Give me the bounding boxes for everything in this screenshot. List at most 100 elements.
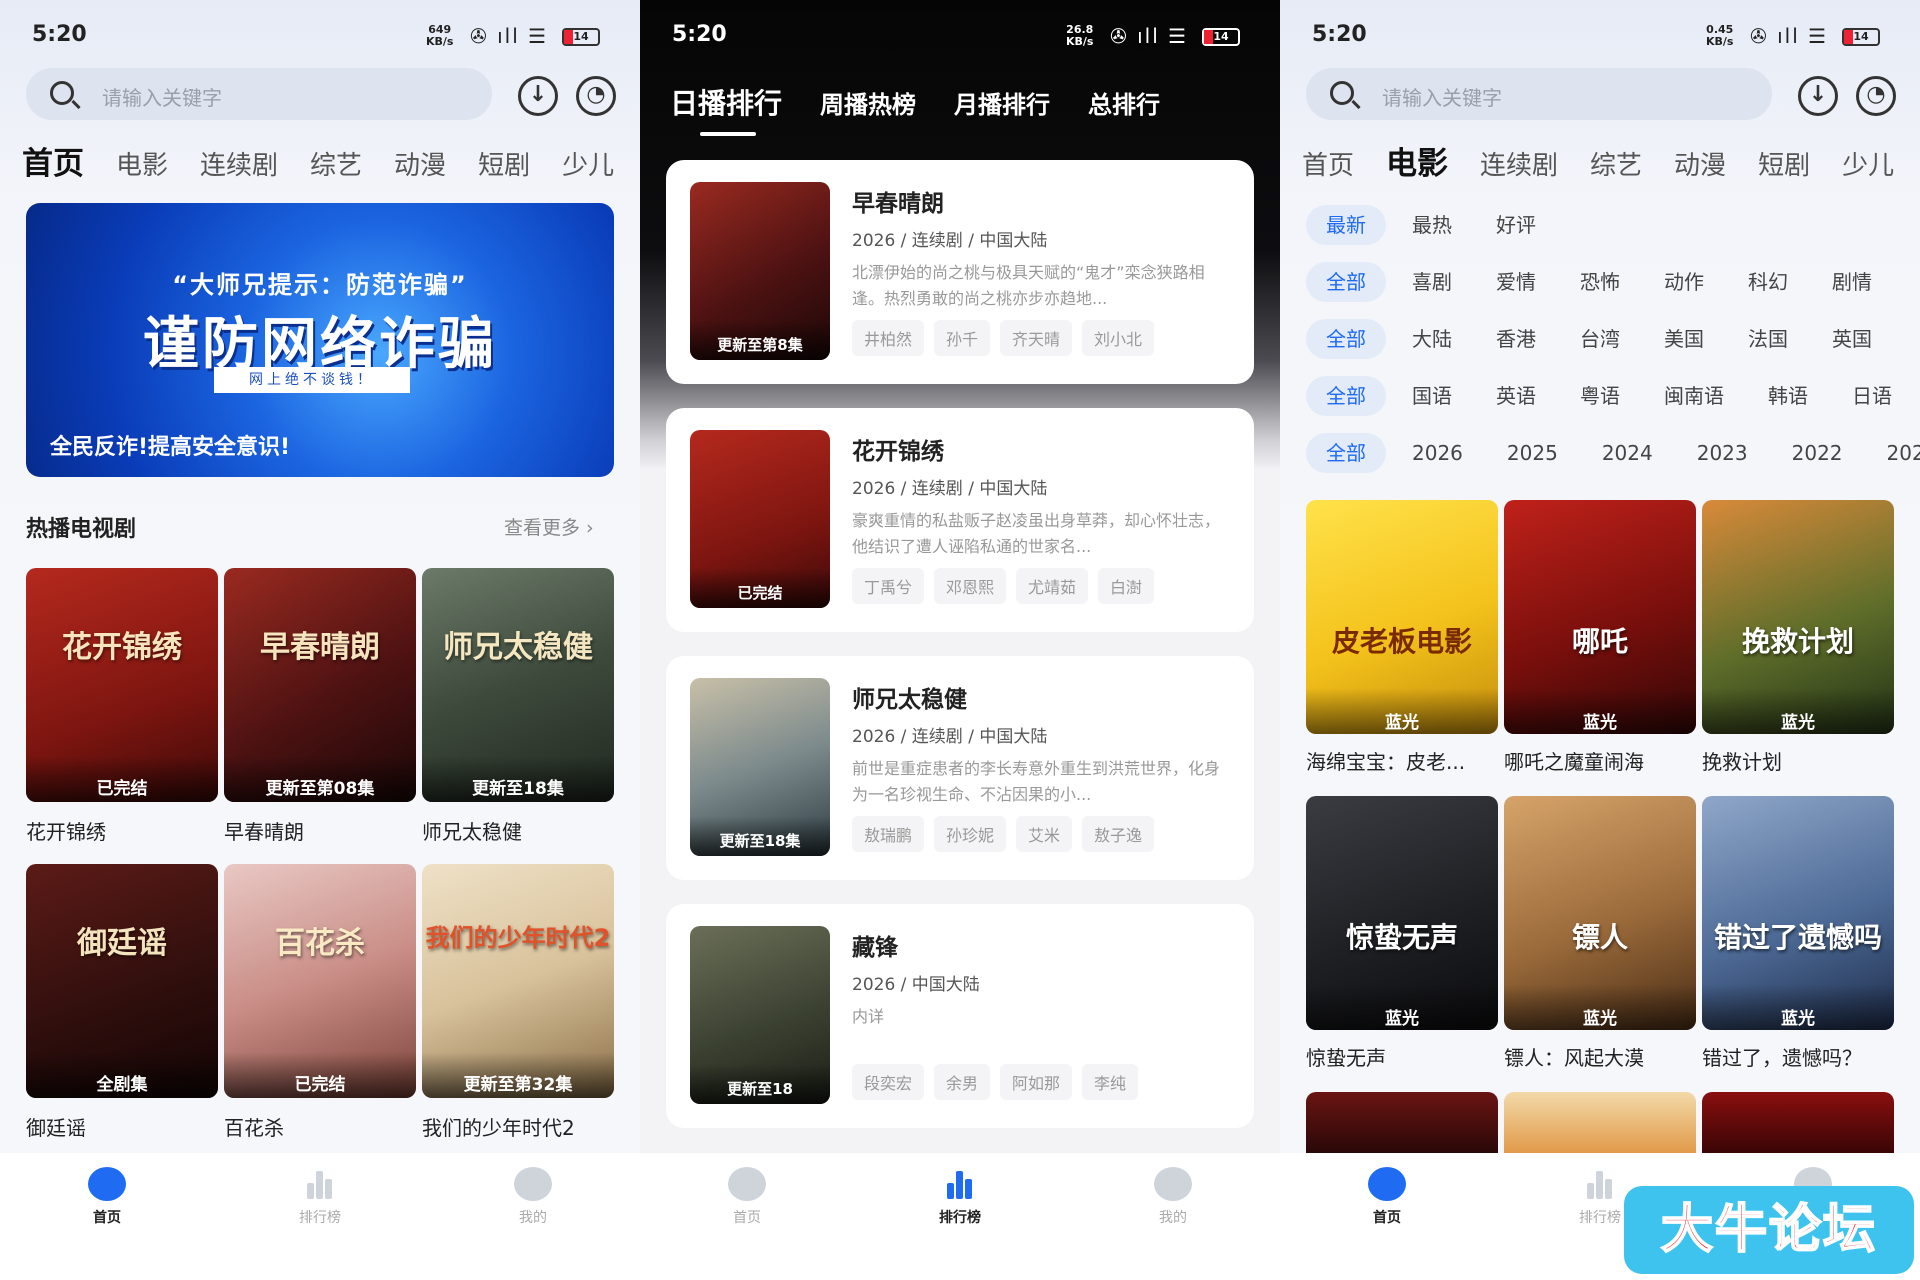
movie-name[interactable]: 海绵宝宝：皮老... (1306, 746, 1465, 775)
filter-chip[interactable]: 最热 (1412, 205, 1452, 245)
tab-short[interactable]: 短剧 (1758, 145, 1810, 182)
show-poster[interactable]: 师兄太稳健 更新至18集 (422, 568, 614, 802)
tab-kids[interactable]: 少儿 (562, 145, 614, 182)
cast-tag[interactable]: 刘小北 (1082, 320, 1155, 356)
movie-poster[interactable]: 惊蛰无声 蓝光 (1306, 796, 1498, 1030)
filter-chip[interactable]: 全部 (1306, 262, 1386, 302)
cast-tag[interactable]: 尤靖茹 (1016, 568, 1089, 604)
filter-chip[interactable]: 好评 (1496, 205, 1536, 245)
nav-home[interactable]: 首页 (692, 1167, 802, 1227)
cast-tag[interactable]: 阿如那 (1000, 1064, 1073, 1100)
movie-poster[interactable]: 错过了遗憾吗 蓝光 (1702, 796, 1894, 1030)
cast-tag[interactable]: 邓恩熙 (934, 568, 1007, 604)
nav-home[interactable]: 首页 (52, 1167, 162, 1227)
movie-poster[interactable]: 挽救计划 蓝光 (1702, 500, 1894, 734)
tab-daily[interactable]: 日播排行 (670, 82, 782, 122)
filter-chip[interactable]: 2025 (1507, 433, 1558, 473)
filter-chip[interactable]: 美国 (1664, 319, 1704, 359)
cast-tag[interactable]: 敖子逸 (1082, 816, 1155, 852)
cast-tag[interactable]: 井柏然 (852, 320, 925, 356)
movie-name[interactable]: 错过了，遗憾吗？ (1702, 1042, 1862, 1071)
rank-card[interactable]: 已完结 花开锦绣 2026 / 连续剧 / 中国大陆 豪爽重情的私盐贩子赵凌虽出… (666, 408, 1254, 632)
filter-chip[interactable]: 全部 (1306, 319, 1386, 359)
movie-poster-partial[interactable] (1504, 1092, 1696, 1153)
tab-movie[interactable]: 电影 (116, 145, 168, 182)
cast-tag[interactable]: 李纯 (1082, 1064, 1139, 1100)
see-more-link[interactable]: 查看更多 › (504, 513, 594, 540)
nav-home[interactable]: 首页 (1332, 1167, 1442, 1227)
movie-name[interactable]: 镖人：风起大漠 (1504, 1042, 1644, 1071)
filter-chip[interactable]: 台湾 (1580, 319, 1620, 359)
show-name[interactable]: 早春晴朗 (224, 816, 304, 845)
filter-chip[interactable]: 2024 (1602, 433, 1653, 473)
show-poster[interactable]: 百花杀 已完结 (224, 864, 416, 1098)
tab-short[interactable]: 短剧 (478, 145, 530, 182)
cast-tag[interactable]: 孙珍妮 (934, 816, 1007, 852)
cast-tag[interactable]: 白澍 (1098, 568, 1155, 604)
show-name[interactable]: 百花杀 (224, 1112, 284, 1141)
show-name[interactable]: 我们的少年时代2 (422, 1112, 575, 1141)
filter-chip[interactable]: 2022 (1792, 433, 1843, 473)
download-icon[interactable]: ↓ (1798, 76, 1838, 116)
filter-chip[interactable]: 日语 (1852, 376, 1892, 416)
cast-tag[interactable]: 敖瑞鹏 (852, 816, 925, 852)
tab-weekly[interactable]: 周播热榜 (820, 85, 916, 120)
movie-poster-partial[interactable] (1702, 1092, 1894, 1153)
download-icon[interactable]: ↓ (518, 76, 558, 116)
movie-poster[interactable]: 镖人 蓝光 (1504, 796, 1696, 1030)
filter-chip[interactable]: 2021 (1887, 433, 1920, 473)
rank-card[interactable]: 更新至第8集 早春晴朗 2026 / 连续剧 / 中国大陆 北漂伊始的尚之桃与极… (666, 160, 1254, 384)
filter-chip[interactable]: 科幻 (1748, 262, 1788, 302)
filter-chip[interactable]: 英国 (1832, 319, 1872, 359)
filter-chip[interactable]: 恐怖 (1580, 262, 1620, 302)
show-name[interactable]: 御廷谣 (26, 1112, 86, 1141)
show-name[interactable]: 花开锦绣 (26, 816, 106, 845)
movie-name[interactable]: 挽救计划 (1702, 746, 1782, 775)
tab-movie[interactable]: 电影 (1386, 138, 1448, 183)
tab-kids[interactable]: 少儿 (1842, 145, 1894, 182)
tab-anime[interactable]: 动漫 (1674, 145, 1726, 182)
cast-tag[interactable]: 孙千 (934, 320, 991, 356)
movie-poster[interactable]: 哪吒 蓝光 (1504, 500, 1696, 734)
filter-chip[interactable]: 2023 (1697, 433, 1748, 473)
filter-chip[interactable]: 全部 (1306, 433, 1386, 473)
show-poster[interactable]: 早春晴朗 更新至第08集 (224, 568, 416, 802)
movie-poster[interactable]: 皮老板电影 蓝光 (1306, 500, 1498, 734)
nav-mine[interactable]: 我的 (478, 1167, 588, 1227)
filter-chip[interactable]: 粤语 (1580, 376, 1620, 416)
nav-mine[interactable]: 我的 (1118, 1167, 1228, 1227)
filter-chip[interactable]: 最新 (1306, 205, 1386, 245)
filter-chip[interactable]: 闽南语 (1664, 376, 1724, 416)
tab-total[interactable]: 总排行 (1088, 85, 1160, 120)
filter-chip[interactable]: 大陆 (1412, 319, 1452, 359)
search-bar[interactable]: 请输入关键字 (26, 68, 492, 120)
tab-anime[interactable]: 动漫 (394, 145, 446, 182)
show-poster[interactable]: 花开锦绣 已完结 (26, 568, 218, 802)
filter-chip[interactable]: 喜剧 (1412, 262, 1452, 302)
nav-ranking[interactable]: 排行榜 (905, 1167, 1015, 1227)
filter-chip[interactable]: 全部 (1306, 376, 1386, 416)
cast-tag[interactable]: 艾米 (1016, 816, 1073, 852)
movie-name[interactable]: 哪吒之魔童闹海 (1504, 746, 1644, 775)
tab-series[interactable]: 连续剧 (200, 145, 278, 182)
tab-home[interactable]: 首页 (22, 138, 84, 183)
search-bar[interactable]: 请输入关键字 (1306, 68, 1772, 120)
movie-poster-partial[interactable] (1306, 1092, 1498, 1153)
nav-ranking[interactable]: 排行榜 (265, 1167, 375, 1227)
filter-chip[interactable]: 国语 (1412, 376, 1452, 416)
show-poster[interactable]: 御廷谣 全剧集 (26, 864, 218, 1098)
tab-home[interactable]: 首页 (1302, 145, 1354, 182)
tab-variety[interactable]: 综艺 (1590, 145, 1642, 182)
filter-chip[interactable]: 爱情 (1496, 262, 1536, 302)
cast-tag[interactable]: 余男 (934, 1064, 991, 1100)
rank-card[interactable]: 更新至18集 师兄太稳健 2026 / 连续剧 / 中国大陆 前世是重症患者的李… (666, 656, 1254, 880)
show-name[interactable]: 师兄太稳健 (422, 816, 522, 845)
show-poster[interactable]: 我们的少年时代2 更新至第32集 (422, 864, 614, 1098)
filter-chip[interactable]: 韩语 (1768, 376, 1808, 416)
tab-monthly[interactable]: 月播排行 (954, 85, 1050, 120)
tab-series[interactable]: 连续剧 (1480, 145, 1558, 182)
rank-card[interactable]: 更新至18 藏锋 2026 / 中国大陆 内详 段奕宏 余男 阿如那 李纯 (666, 904, 1254, 1128)
filter-chip[interactable]: 2026 (1412, 433, 1463, 473)
filter-chip[interactable]: 香港 (1496, 319, 1536, 359)
filter-chip[interactable]: 动作 (1664, 262, 1704, 302)
